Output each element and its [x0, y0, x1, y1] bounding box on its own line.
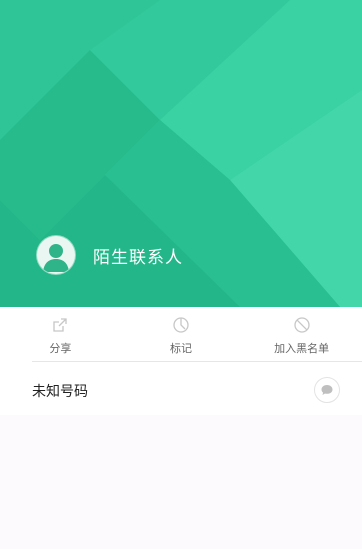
person-icon [43, 244, 69, 272]
phone-number-row[interactable]: 未知号码 [0, 362, 362, 415]
block-button[interactable]: 加入黑名单 [241, 307, 362, 362]
block-icon [294, 317, 310, 333]
share-icon [53, 318, 67, 332]
phone-number: 未知号码 [32, 384, 88, 400]
block-label: 加入黑名单 [274, 342, 330, 355]
contact-name: 陌生联系人 [93, 248, 183, 268]
tag-button[interactable]: 标记 [121, 307, 242, 362]
avatar [37, 236, 75, 274]
action-bar: 分享 标记 加入黑名单 [0, 307, 362, 362]
tag-icon [173, 317, 189, 333]
message-button[interactable] [314, 377, 340, 403]
message-icon [321, 385, 333, 395]
contact-header: 陌生联系人 [0, 0, 362, 307]
share-label: 分享 [49, 342, 72, 355]
tag-label: 标记 [170, 342, 192, 355]
share-button[interactable]: 分享 [0, 307, 121, 362]
